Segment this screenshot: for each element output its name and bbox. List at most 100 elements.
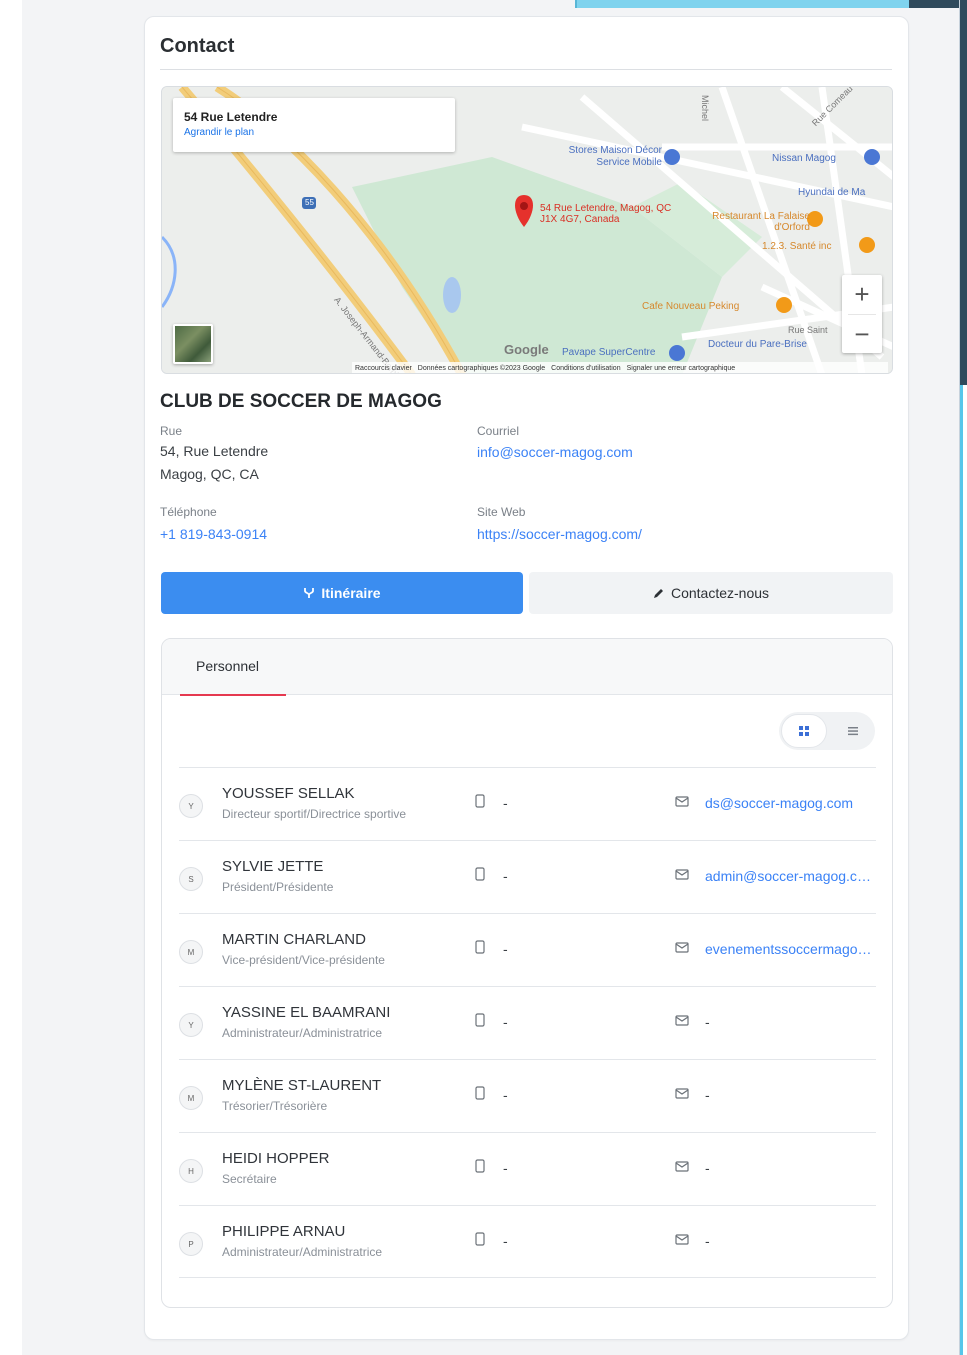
right-edge-strip <box>959 0 967 1355</box>
street-line-1: 54, Rue Letendre <box>160 443 269 459</box>
tab-staff[interactable]: Personnel <box>180 639 286 696</box>
staff-email: - <box>705 1160 710 1176</box>
grid-view-button[interactable] <box>781 714 827 748</box>
avatar: M <box>179 1086 203 1110</box>
mobile-phone-icon <box>475 1232 485 1246</box>
pencil-icon <box>653 589 663 598</box>
view-toggle <box>779 712 875 750</box>
title-divider <box>160 69 892 70</box>
map-poi-label[interactable]: 1.2.3. Santé inc <box>762 241 832 252</box>
zoom-in-button[interactable]: + <box>842 275 882 314</box>
mobile-phone-icon <box>475 794 485 808</box>
mobile-phone-icon <box>475 1159 485 1173</box>
map-attribution-bar: Raccourcis clavier Données cartographiqu… <box>352 362 888 373</box>
route-button[interactable]: Itinéraire <box>161 572 523 614</box>
map-data-credit: Données cartographiques ©2023 Google <box>417 364 546 372</box>
mobile-phone-icon <box>475 940 485 954</box>
staff-email: - <box>705 1087 710 1103</box>
staff-row: H HEIDI HOPPER Secrétaire - - <box>179 1132 876 1205</box>
list-icon <box>848 727 858 736</box>
map-poi-label[interactable]: Pavape SuperCentre <box>562 347 655 358</box>
staff-phone: - <box>503 795 508 811</box>
staff-phone: - <box>503 1160 508 1176</box>
list-view-button[interactable] <box>835 714 871 748</box>
zoom-out-button[interactable]: − <box>842 315 882 354</box>
avatar: S <box>179 867 203 891</box>
map-poi-label[interactable]: Cafe Nouveau Peking <box>642 301 739 312</box>
envelope-icon <box>675 1161 689 1172</box>
staff-name: HEIDI HOPPER <box>222 1150 330 1167</box>
staff-row: S SYLVIE JETTE Président/Présidente - ad… <box>179 840 876 913</box>
staff-role: Secrétaire <box>222 1172 277 1186</box>
grid-icon <box>799 726 809 736</box>
mobile-phone-icon <box>475 1086 485 1100</box>
map-poi-label[interactable]: Docteur du Pare-Brise <box>708 339 807 350</box>
highway-shield-label: 55 <box>305 198 314 207</box>
staff-name: SYLVIE JETTE <box>222 858 324 875</box>
map-poi-label[interactable]: Nissan Magog <box>772 153 836 164</box>
street-label: Rue <box>160 424 183 438</box>
staff-name: MARTIN CHARLAND <box>222 931 366 948</box>
staff-name: PHILIPPE ARNAU <box>222 1223 346 1240</box>
map-poi-label[interactable]: Restaurant La Falaise d'Orford <box>710 211 810 233</box>
staff-row: M MARTIN CHARLAND Vice-président/Vice-pr… <box>179 913 876 986</box>
tab-staff-label: Personnel <box>196 658 260 674</box>
terms-link[interactable]: Conditions d'utilisation <box>551 365 620 372</box>
map-enlarge-link[interactable]: Agrandir le plan <box>184 127 444 138</box>
section-title: Contact <box>160 35 235 57</box>
avatar: H <box>179 1159 203 1183</box>
envelope-icon <box>675 1015 689 1026</box>
staff-row: Y YASSINE EL BAAMRANI Administrateur/Adm… <box>179 986 876 1059</box>
staff-phone: - <box>503 868 508 884</box>
active-tab-underline <box>180 694 286 696</box>
staff-email-link[interactable]: ds@soccer-magog.com <box>705 795 875 811</box>
staff-role: Administrateur/Administratrice <box>222 1026 383 1040</box>
staff-email-link[interactable]: evenementssoccermagog.com <box>705 941 875 957</box>
staff-name: YASSINE EL BAAMRANI <box>222 1004 391 1021</box>
envelope-icon <box>675 796 689 807</box>
staff-email: - <box>705 1233 710 1249</box>
staff-panel: Personnel Y YOUSSEF SELLAK Directeur spo… <box>161 638 893 1308</box>
satellite-toggle-thumbnail[interactable] <box>173 324 213 364</box>
website-label: Site Web <box>477 505 526 519</box>
envelope-icon <box>675 942 689 953</box>
staff-row: M MYLÈNE ST-LAURENT Trésorier/Trésorière… <box>179 1059 876 1132</box>
map-marker-label: 54 Rue Letendre, Magog, QC J1X 4G7, Cana… <box>540 203 672 225</box>
map-info-box: 54 Rue Letendre Agrandir le plan <box>173 98 455 152</box>
staff-role: Président/Présidente <box>222 880 334 894</box>
route-button-label: Itinéraire <box>321 585 381 601</box>
staff-role: Vice-président/Vice-présidente <box>222 953 385 967</box>
avatar: P <box>179 1232 203 1256</box>
keyboard-shortcuts-link[interactable]: Raccourcis clavier <box>355 365 412 372</box>
envelope-icon <box>675 869 689 880</box>
staff-list: Y YOUSSEF SELLAK Directeur sportif/Direc… <box>179 767 876 1278</box>
staff-name: MYLÈNE ST-LAURENT <box>222 1077 382 1094</box>
report-error-link[interactable]: Signaler une erreur cartographique <box>627 365 736 372</box>
route-fork-icon <box>304 588 315 598</box>
staff-phone: - <box>503 1233 508 1249</box>
staff-row: P PHILIPPE ARNAU Administrateur/Administ… <box>179 1205 876 1278</box>
street-line-2: Magog, QC, CA <box>160 466 259 482</box>
map-embed[interactable]: 54 Rue Letendre Agrandir le plan 54 Rue … <box>161 86 893 374</box>
staff-role: Trésorier/Trésorière <box>222 1099 328 1113</box>
club-phone-link[interactable]: +1 819-843-0914 <box>160 526 267 542</box>
staff-phone: - <box>503 941 508 957</box>
club-email-link[interactable]: info@soccer-magog.com <box>477 444 633 460</box>
mobile-phone-icon <box>475 1013 485 1027</box>
staff-row: Y YOUSSEF SELLAK Directeur sportif/Direc… <box>179 767 876 840</box>
map-poi-label[interactable]: Stores Maison Décor Service Mobile <box>534 145 662 169</box>
avatar: M <box>179 940 203 964</box>
google-logo: Google <box>504 342 549 357</box>
avatar: Y <box>179 1013 203 1037</box>
map-poi-label[interactable]: Hyundai de Ma <box>798 187 865 198</box>
avatar: Y <box>179 794 203 818</box>
contact-us-button[interactable]: Contactez-nous <box>529 572 893 614</box>
email-label: Courriel <box>477 424 520 438</box>
club-website-link[interactable]: https://soccer-magog.com/ <box>477 526 642 542</box>
staff-role: Administrateur/Administratrice <box>222 1245 383 1259</box>
staff-email-link[interactable]: admin@soccer-magog.com <box>705 868 875 884</box>
staff-name: YOUSSEF SELLAK <box>222 785 355 802</box>
map-street-label: Michel <box>700 95 710 122</box>
staff-tabs: Personnel <box>162 639 892 696</box>
map-info-address: 54 Rue Letendre <box>184 110 278 124</box>
